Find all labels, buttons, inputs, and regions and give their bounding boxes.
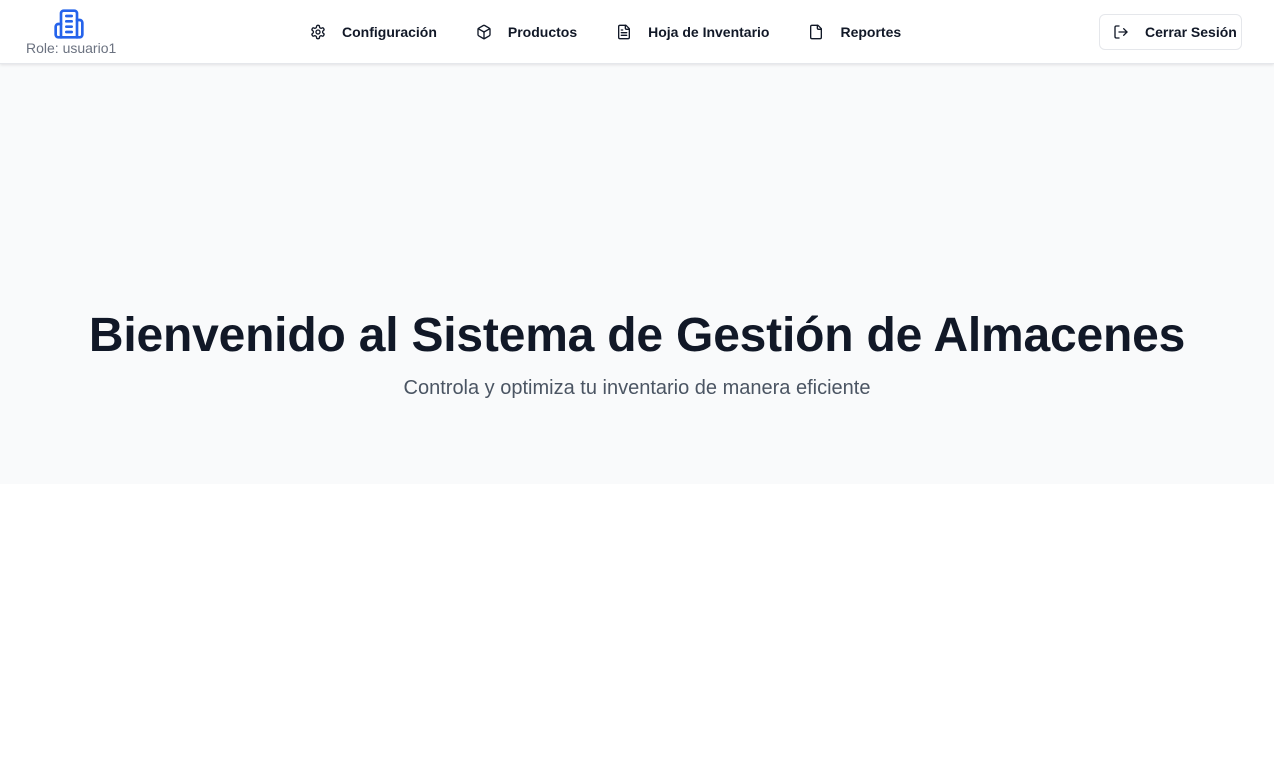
brand: Role: usuario1 bbox=[26, 6, 116, 58]
top-navbar: Role: usuario1 Configuración Productos H… bbox=[0, 0, 1274, 64]
nav-item-label: Configuración bbox=[342, 24, 437, 40]
gear-icon bbox=[311, 24, 325, 40]
logout-button[interactable]: Cerrar Sesión bbox=[1099, 14, 1242, 50]
hero-section: Bienvenido al Sistema de Gestión de Alma… bbox=[0, 64, 1274, 484]
box-icon bbox=[477, 24, 491, 40]
main-content bbox=[0, 484, 1274, 757]
role-label: Role: usuario1 bbox=[26, 40, 117, 56]
main-nav: Configuración Productos Hoja de Inventar… bbox=[300, 14, 911, 50]
nav-item-reportes[interactable]: Reportes bbox=[798, 14, 911, 50]
logout-icon bbox=[1114, 25, 1128, 39]
file-text-icon bbox=[618, 24, 631, 40]
building-icon bbox=[54, 9, 84, 39]
page-subtitle: Controla y optimiza tu inventario de man… bbox=[403, 377, 871, 399]
nav-item-hoja-de-inventario[interactable]: Hoja de Inventario bbox=[606, 14, 779, 50]
nav-item-configuracion[interactable]: Configuración bbox=[300, 14, 447, 50]
nav-item-label: Reportes bbox=[840, 24, 902, 40]
nav-item-label: Productos bbox=[507, 24, 578, 40]
logout-label: Cerrar Sesión bbox=[1145, 24, 1237, 40]
page-title: Bienvenido al Sistema de Gestión de Alma… bbox=[88, 309, 1186, 362]
nav-item-productos[interactable]: Productos bbox=[466, 14, 587, 50]
nav-item-label: Hoja de Inventario bbox=[648, 24, 770, 40]
file-icon bbox=[810, 24, 823, 40]
